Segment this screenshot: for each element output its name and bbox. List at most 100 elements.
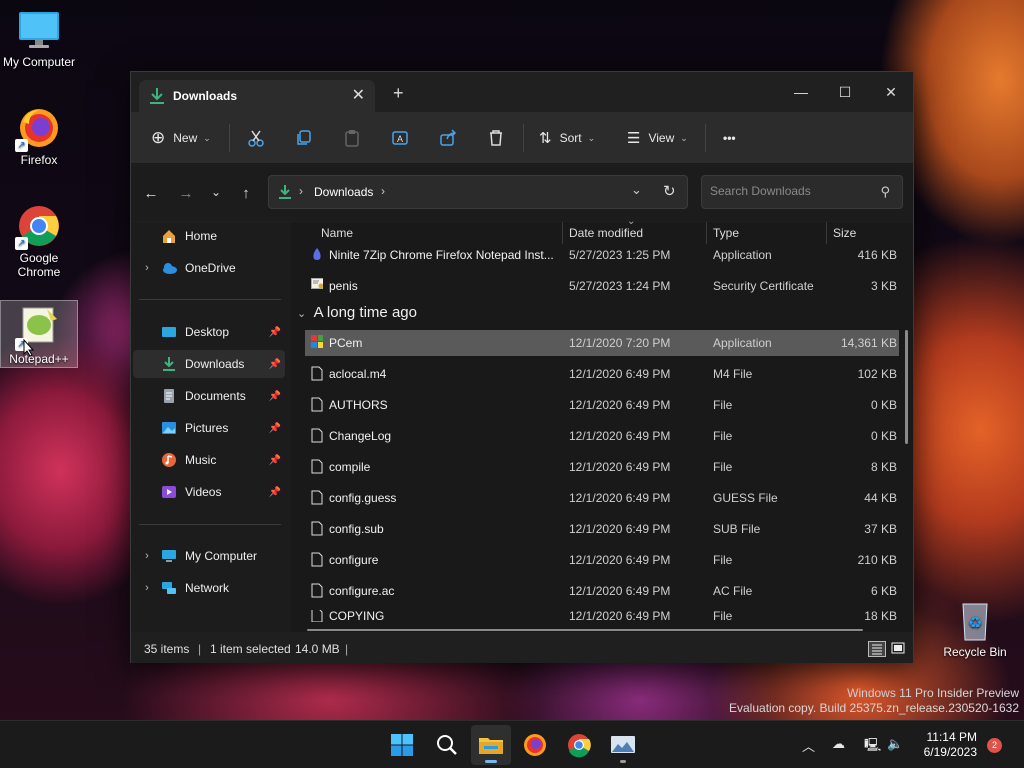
download-icon: [279, 185, 291, 199]
file-row-selected[interactable]: PCem 12/1/2020 7:20 PM Application 14,36…: [305, 330, 899, 356]
chrome-icon: ↗: [15, 204, 61, 250]
nav-downloads[interactable]: Downloads 📌: [133, 350, 285, 378]
tiles-view-button[interactable]: [890, 641, 908, 657]
pin-icon[interactable]: 📌: [269, 487, 281, 498]
recent-locations-button[interactable]: ⌄: [206, 185, 226, 199]
column-header-name[interactable]: Name: [321, 226, 353, 240]
new-button[interactable]: ⊕ New ⌄: [151, 126, 211, 150]
rename-button[interactable]: A: [391, 126, 409, 150]
group-header[interactable]: ⌄ A long time ago: [297, 304, 417, 321]
file-row[interactable]: configure 12/1/2020 6:49 PM File 210 KB: [305, 547, 899, 573]
nav-network[interactable]: › Network: [133, 574, 285, 602]
nav-music-label: Music: [185, 453, 217, 467]
view-button[interactable]: ☰ View ⌄: [627, 126, 688, 150]
horizontal-scrollbar[interactable]: [307, 629, 863, 631]
search-icon[interactable]: ⚲: [880, 184, 890, 200]
column-divider: [706, 222, 707, 244]
address-bar[interactable]: › Downloads › ⌄ ↻: [268, 175, 688, 209]
back-button[interactable]: ←: [141, 185, 161, 202]
share-button[interactable]: [439, 126, 457, 150]
file-row[interactable]: config.guess 12/1/2020 6:49 PM GUESS Fil…: [305, 485, 899, 511]
file-row[interactable]: aclocal.m4 12/1/2020 6:49 PM M4 File 102…: [305, 361, 899, 387]
selected-count: 1 item selected: [210, 642, 291, 656]
vertical-scrollbar[interactable]: [905, 330, 908, 444]
running-app-indicator: [620, 760, 626, 763]
up-button[interactable]: ↑: [236, 185, 256, 202]
taskbar-chrome[interactable]: [559, 725, 599, 765]
column-header-size[interactable]: Size: [833, 226, 856, 240]
nav-pictures[interactable]: Pictures 📌: [133, 414, 285, 442]
desktop-icon-recycle-bin[interactable]: ♻ Recycle Bin: [936, 598, 1014, 659]
minimize-button[interactable]: —: [781, 78, 821, 106]
file-row[interactable]: Ninite 7Zip Chrome Firefox Notepad Inst.…: [305, 242, 899, 268]
start-button[interactable]: [382, 725, 422, 765]
delete-button[interactable]: [487, 126, 505, 150]
file-icon: [311, 366, 323, 381]
file-row[interactable]: COPYING 12/1/2020 6:49 PM File 18 KB: [305, 610, 899, 622]
file-icon: [311, 583, 323, 598]
nav-music[interactable]: Music 📌: [133, 446, 285, 474]
pin-icon[interactable]: 📌: [269, 327, 281, 338]
taskbar-image-app[interactable]: [603, 725, 643, 765]
column-header-type[interactable]: Type: [713, 226, 739, 240]
pin-icon[interactable]: 📌: [269, 359, 281, 370]
pin-icon[interactable]: 📌: [269, 391, 281, 402]
desktop-icon-chrome[interactable]: ↗ Google Chrome: [0, 204, 78, 279]
show-hidden-icons-button[interactable]: ︿: [802, 736, 815, 755]
desktop-icon-notepadpp[interactable]: ↗ Notepad++: [0, 300, 78, 368]
file-icon: [311, 428, 323, 443]
image-viewer-icon: [611, 736, 635, 753]
desktop-icon-my-computer[interactable]: My Computer: [0, 8, 78, 69]
clipped-row-container: COPYING 12/1/2020 6:49 PM File 18 KB: [291, 610, 913, 622]
clock[interactable]: 11:14 PM 6/19/2023: [924, 730, 977, 760]
nav-videos[interactable]: Videos 📌: [133, 478, 285, 506]
network-tray-icon[interactable]: 🖳: [864, 736, 881, 758]
nav-desktop[interactable]: Desktop 📌: [133, 318, 285, 346]
refresh-icon[interactable]: ↻: [663, 182, 676, 200]
file-row[interactable]: compile 12/1/2020 6:49 PM File 8 KB: [305, 454, 899, 480]
file-row[interactable]: config.sub 12/1/2020 6:49 PM SUB File 37…: [305, 516, 899, 542]
more-options-button[interactable]: •••: [723, 126, 736, 150]
nav-my-computer[interactable]: › My Computer: [133, 542, 285, 570]
sort-button[interactable]: ⇅ Sort ⌄: [539, 126, 595, 150]
shortcut-arrow-icon: ↗: [15, 139, 28, 152]
nav-documents[interactable]: Documents 📌: [133, 382, 285, 410]
breadcrumb-downloads[interactable]: Downloads: [314, 185, 373, 199]
search-taskbar-button[interactable]: [427, 725, 467, 765]
search-input[interactable]: [710, 184, 870, 198]
file-row[interactable]: penis 5/27/2023 1:24 PM Security Certifi…: [305, 273, 899, 299]
paste-button[interactable]: [343, 126, 361, 150]
close-window-button[interactable]: ✕: [871, 78, 911, 106]
search-box[interactable]: ⚲: [701, 175, 903, 209]
maximize-button[interactable]: ☐: [825, 78, 865, 106]
expand-icon[interactable]: ›: [133, 550, 161, 562]
cut-button[interactable]: [247, 126, 265, 150]
file-row[interactable]: AUTHORS 12/1/2020 6:49 PM File 0 KB: [305, 392, 899, 418]
copy-button[interactable]: [295, 126, 313, 150]
expand-icon[interactable]: ›: [133, 582, 161, 594]
address-dropdown-icon[interactable]: ⌄: [631, 182, 642, 198]
pin-icon[interactable]: 📌: [269, 423, 281, 434]
expand-icon[interactable]: ›: [133, 262, 161, 274]
tab-downloads[interactable]: Downloads ✕: [139, 80, 375, 112]
file-row[interactable]: ChangeLog 12/1/2020 6:49 PM File 0 KB: [305, 423, 899, 449]
new-tab-button[interactable]: +: [393, 83, 404, 104]
taskbar-firefox[interactable]: [515, 725, 555, 765]
breadcrumb-separator[interactable]: ›: [381, 184, 385, 198]
taskbar-file-explorer[interactable]: [471, 725, 511, 765]
forward-button[interactable]: →: [176, 185, 196, 202]
details-view-button[interactable]: [868, 641, 886, 657]
nav-onedrive[interactable]: › OneDrive: [133, 254, 285, 282]
sort-label: Sort: [559, 131, 582, 145]
onedrive-tray-icon[interactable]: ☁: [832, 736, 845, 752]
desktop-icon-firefox[interactable]: ↗ Firefox: [0, 106, 78, 167]
certificate-icon: [311, 278, 323, 293]
notification-badge[interactable]: 2: [987, 738, 1002, 753]
column-header-date[interactable]: Date modified: [569, 226, 643, 240]
pin-icon[interactable]: 📌: [269, 455, 281, 466]
close-tab-icon[interactable]: ✕: [352, 85, 365, 105]
nav-home[interactable]: Home: [133, 222, 285, 250]
file-row[interactable]: configure.ac 12/1/2020 6:49 PM AC File 6…: [305, 578, 899, 604]
volume-icon[interactable]: 🔈: [887, 736, 903, 752]
toolbar-divider: [229, 124, 230, 152]
